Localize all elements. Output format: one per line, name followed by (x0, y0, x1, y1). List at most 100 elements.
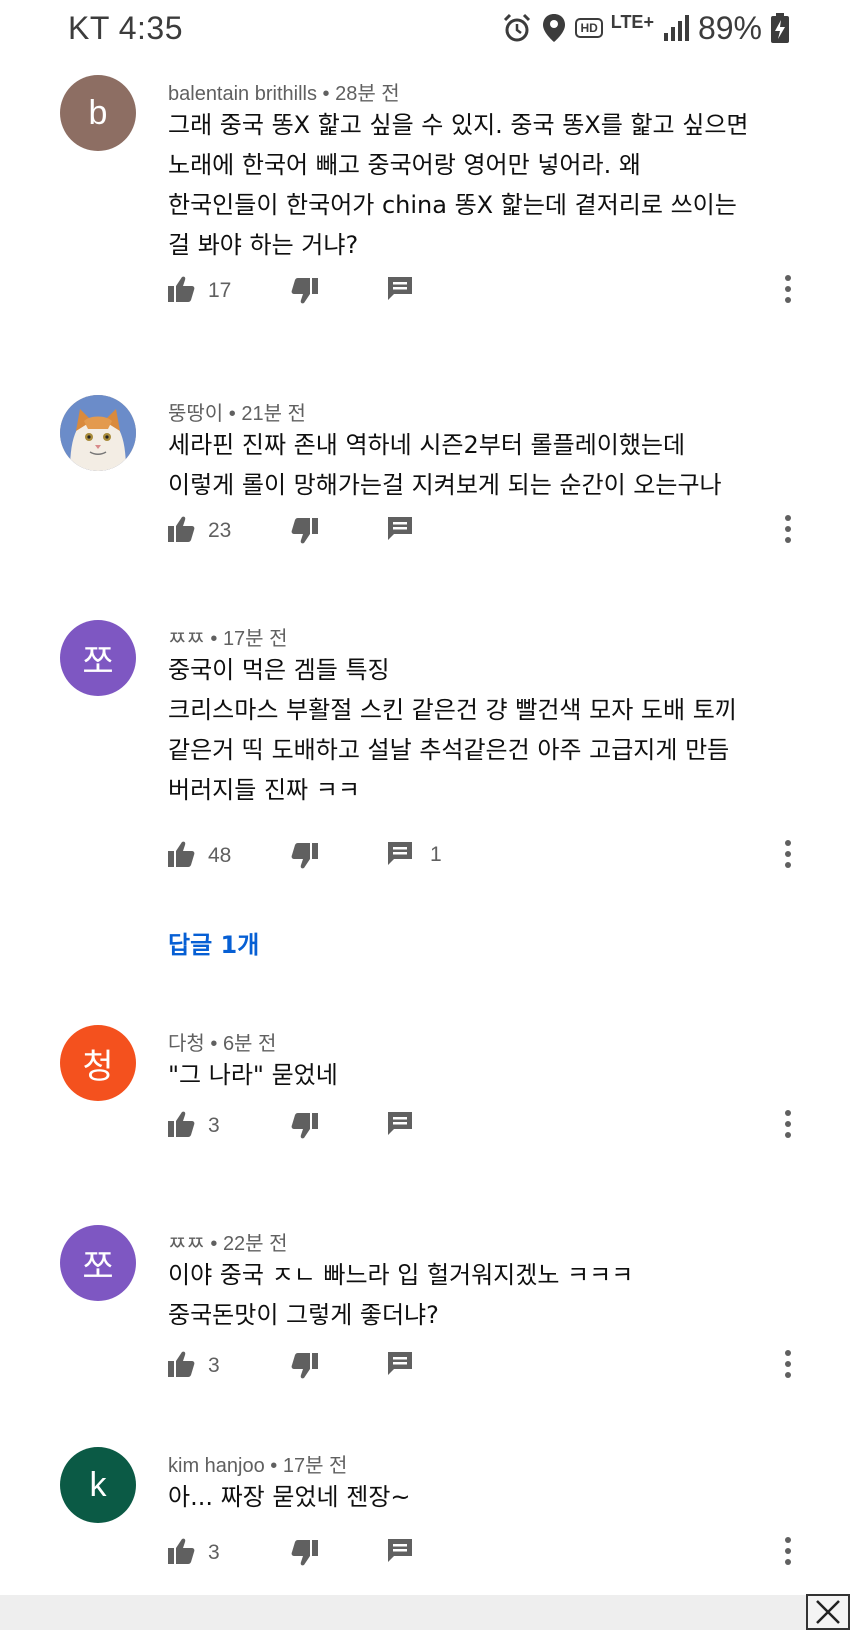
comment-author[interactable]: ㅉㅉ (168, 1233, 205, 1255)
avatar-letter: 쪼 (82, 642, 114, 681)
more-vert-icon (784, 1536, 792, 1570)
close-button[interactable] (806, 1594, 850, 1630)
comment-actions: 3 (0, 1105, 850, 1145)
more-vert-icon (784, 1109, 792, 1143)
view-replies-link[interactable]: 답글 1개 (168, 925, 259, 960)
comment-time: 17분 전 (222, 628, 288, 650)
thumb-down-icon (290, 1538, 320, 1572)
like-button[interactable]: 3 (166, 1536, 220, 1570)
signal-icon (663, 15, 689, 41)
avatar-letter: b (88, 93, 108, 132)
more-vert-icon (784, 839, 792, 873)
dislike-button[interactable] (290, 276, 320, 310)
reply-button[interactable] (386, 1109, 430, 1141)
more-options-button[interactable] (784, 514, 792, 548)
like-count: 48 (208, 844, 232, 867)
like-button[interactable]: 23 (166, 514, 231, 548)
reply-count: 1 (430, 843, 442, 866)
thumb-up-icon (166, 1536, 196, 1570)
thumb-down-icon (290, 841, 320, 875)
status-carrier-time: KT 4:35 (68, 10, 183, 46)
more-options-button[interactable] (784, 1349, 792, 1383)
like-button[interactable]: 17 (166, 274, 231, 308)
thumb-up-icon (166, 839, 196, 873)
thumb-down-icon (290, 1111, 320, 1145)
like-count: 17 (208, 279, 232, 302)
location-icon (543, 14, 566, 42)
comment-author[interactable]: 다청 (168, 1033, 205, 1055)
comment-author[interactable]: ㅉㅉ (168, 628, 205, 650)
battery-charging-icon (771, 13, 789, 43)
comment-text: 아... 짜장 묻었네 젠장~ (168, 1483, 411, 1511)
status-icons: HD LTE+ 89% (501, 8, 790, 48)
battery-percentage: 89% (697, 9, 762, 46)
reply-button[interactable] (386, 514, 430, 546)
like-button[interactable]: 3 (166, 1349, 220, 1383)
avatar[interactable]: 청 (60, 1025, 136, 1101)
comment-actions: 48 1 (0, 835, 850, 875)
dislike-button[interactable] (290, 516, 320, 550)
more-options-button[interactable] (784, 274, 792, 308)
close-icon (816, 1600, 840, 1624)
dislike-button[interactable] (290, 1111, 320, 1145)
comment-text: 그래 중국 똥X 핥고 싶을 수 있지. 중국 똥X를 핥고 싶으면 노래에 한… (168, 111, 749, 259)
like-count: 3 (208, 1114, 220, 1137)
comment-actions: 3 (0, 1532, 850, 1572)
dislike-button[interactable] (290, 1351, 320, 1385)
like-button[interactable]: 48 (166, 839, 231, 873)
comment-author[interactable]: balentain brithills (168, 83, 317, 105)
thumb-down-icon (290, 516, 320, 550)
avatar-letter: k (89, 1465, 107, 1504)
reply-icon (386, 1536, 414, 1568)
reply-button[interactable] (386, 1536, 430, 1568)
comment-actions: 17 (0, 270, 850, 310)
comment-meta: 다청 • 6분 전 (168, 1033, 277, 1055)
comment-time: 21분 전 (241, 403, 306, 425)
comment-actions: 23 (0, 510, 850, 550)
like-count: 23 (208, 519, 232, 542)
comment-actions: 3 (0, 1345, 850, 1385)
reply-button[interactable]: 1 (386, 839, 442, 871)
thumb-up-icon (166, 1349, 196, 1383)
comment-author[interactable]: kim hanjoo (168, 1455, 265, 1477)
comment-meta: kim hanjoo • 17분 전 (168, 1455, 348, 1477)
comment-time: 17분 전 (282, 1455, 348, 1477)
more-vert-icon (784, 514, 792, 548)
avatar[interactable]: k (60, 1447, 136, 1523)
reply-icon (386, 274, 414, 306)
thumb-up-icon (166, 514, 196, 548)
avatar[interactable]: b (60, 75, 136, 151)
more-options-button[interactable] (784, 1109, 792, 1143)
reply-button[interactable] (386, 274, 430, 306)
comment-time: 28분 전 (335, 83, 400, 105)
avatar[interactable] (60, 395, 136, 471)
dislike-button[interactable] (290, 841, 320, 875)
avatar-letter: 쪼 (82, 1247, 114, 1286)
more-options-button[interactable] (784, 839, 792, 873)
comment-meta: ㅉㅉ • 22분 전 (168, 1233, 288, 1255)
avatar[interactable]: 쪼 (60, 620, 136, 696)
more-options-button[interactable] (784, 1536, 792, 1570)
comment-meta: ㅉㅉ • 17분 전 (168, 628, 288, 650)
comment-text: 이야 중국 ㅈㄴ 빠느라 입 헐거워지겠노 ㅋㅋㅋ 중국돈맛이 그렇게 좋더냐? (168, 1261, 634, 1329)
like-button[interactable]: 3 (166, 1109, 220, 1143)
status-bar: KT 4:35 HD LTE+ 89% (0, 0, 850, 62)
comment-text: "그 나라" 묻었네 (168, 1061, 338, 1089)
reply-icon (386, 1349, 414, 1381)
avatar[interactable]: 쪼 (60, 1225, 136, 1301)
like-count: 3 (208, 1541, 220, 1564)
like-count: 3 (208, 1354, 220, 1377)
comment-author[interactable]: 뚱땅이 (168, 403, 223, 425)
comment-time: 22분 전 (222, 1233, 288, 1255)
reply-icon (386, 839, 414, 871)
comment-text: 세라핀 진짜 존내 역하네 시즌2부터 롤플레이했는데 이렇게 롤이 망해가는걸… (168, 431, 722, 499)
lte-indicator: LTE+ (610, 11, 654, 32)
comment-meta: 뚱땅이 • 21분 전 (168, 403, 306, 425)
reply-icon (386, 1109, 414, 1141)
dislike-button[interactable] (290, 1538, 320, 1572)
bottom-banner (0, 1595, 850, 1630)
more-vert-icon (784, 1349, 792, 1383)
reply-button[interactable] (386, 1349, 430, 1381)
comment-meta: balentain brithills • 28분 전 (168, 83, 400, 105)
alarm-icon (504, 13, 531, 42)
